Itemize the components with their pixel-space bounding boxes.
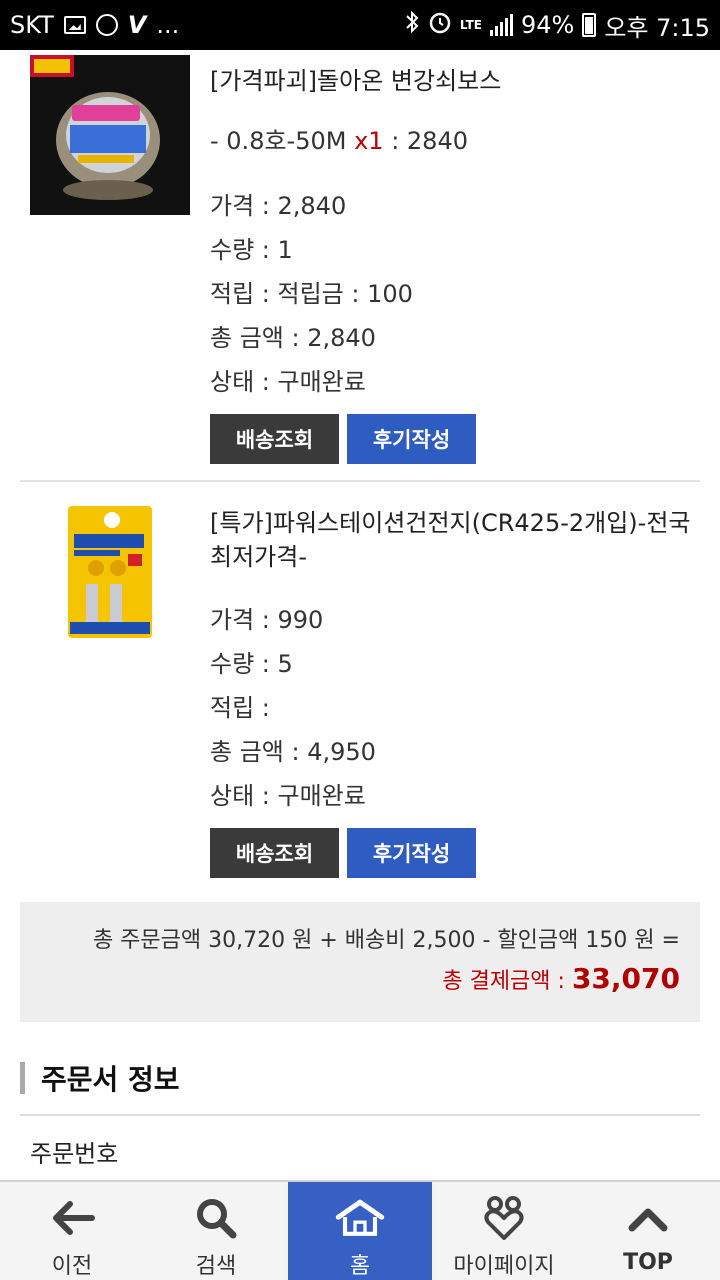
more-notifications: ... — [156, 11, 180, 39]
order-item: [특가]파워스테이션건전지(CR425-2개입)-전국최저가격- 가격 : 99… — [20, 482, 700, 900]
total-amount: 33,070 — [571, 962, 680, 995]
write-review-button[interactable]: 후기작성 — [347, 414, 476, 464]
bluetooth-icon — [404, 10, 420, 40]
nav-home-label: 홈 — [349, 1254, 371, 1279]
user-heart-icon — [479, 1194, 529, 1242]
item-points: 적립 : 적립금 : 100 — [210, 280, 413, 308]
item-price: 가격 : 2,840 — [210, 192, 347, 220]
chevron-up-icon — [623, 1194, 673, 1244]
item-total: 총 금액 : 4,950 — [210, 738, 376, 766]
track-delivery-button[interactable]: 배송조회 — [210, 828, 339, 878]
total-label: 총 결제금액 : — [442, 969, 572, 994]
nav-top-label: TOP — [623, 1250, 673, 1275]
nav-search-label: 검색 — [195, 1254, 237, 1279]
item-price: 가격 : 990 — [210, 606, 324, 634]
bottom-nav: 이전 검색 홈 마이페이지 TOP — [0, 1180, 720, 1280]
item-total: 총 금액 : 2,840 — [210, 324, 376, 352]
home-icon — [335, 1194, 385, 1242]
lte-indicator: LTE — [459, 18, 482, 32]
nav-back[interactable]: 이전 — [0, 1182, 144, 1280]
nav-back-label: 이전 — [51, 1254, 93, 1279]
carrier-label: SKT — [10, 11, 54, 39]
item-points: 적립 : — [210, 694, 270, 722]
arrow-left-icon — [47, 1194, 97, 1242]
product-title[interactable]: [특가]파워스테이션건전지(CR425-2개입)-전국최저가격- — [210, 506, 700, 574]
product-option: - 0.8호-50M x1 : 2840 — [210, 124, 700, 158]
section-header: 주문서 정보 — [20, 1060, 180, 1096]
product-image[interactable] — [30, 55, 190, 215]
track-delivery-button[interactable]: 배송조회 — [210, 414, 339, 464]
option-text: - 0.8호-50M — [210, 127, 355, 155]
nav-mypage[interactable]: 마이페이지 — [432, 1182, 576, 1280]
search-icon — [191, 1194, 241, 1242]
item-status: 상태 : 구매완료 — [210, 368, 366, 396]
item-info: [가격파괴]돌아온 변강쇠보스 - 0.8호-50M x1 : 2840 가격 … — [210, 64, 700, 464]
alarm-icon — [428, 10, 452, 40]
section-divider — [20, 1114, 700, 1116]
section-bar — [20, 1062, 25, 1094]
battery-percent: 94% — [520, 11, 575, 39]
nav-mypage-label: 마이페이지 — [453, 1254, 555, 1279]
nav-search[interactable]: 검색 — [144, 1182, 288, 1280]
gallery-icon — [63, 16, 86, 34]
summary-breakdown: 총 주문금액 30,720 원 + 배송비 2,500 - 할인금액 150 원… — [92, 928, 680, 953]
clock: 오후 7:15 — [604, 13, 710, 42]
product-title[interactable]: [가격파괴]돌아온 변강쇠보스 — [210, 64, 700, 98]
item-status: 상태 : 구매완료 — [210, 782, 366, 810]
vpn-icon: V — [127, 11, 147, 39]
summary-total: 총 결제금액 : 33,070 — [20, 958, 680, 1003]
item-quantity: 수량 : 1 — [210, 236, 293, 264]
data-saver-icon — [95, 14, 118, 36]
order-item: [가격파괴]돌아온 변강쇠보스 - 0.8호-50M x1 : 2840 가격 … — [20, 50, 700, 482]
item-info: [특가]파워스테이션건전지(CR425-2개입)-전국최저가격- 가격 : 99… — [210, 506, 700, 878]
item-quantity: 수량 : 5 — [210, 650, 293, 678]
option-price: : 2840 — [383, 127, 468, 155]
nav-top[interactable]: TOP — [576, 1182, 720, 1280]
order-number-label: 주문번호 — [30, 1140, 119, 1168]
battery-icon — [582, 13, 597, 37]
option-quantity: x1 — [354, 127, 384, 155]
signal-icon — [489, 14, 513, 36]
order-summary: 총 주문금액 30,720 원 + 배송비 2,500 - 할인금액 150 원… — [20, 902, 700, 1022]
status-bar: SKT V ... LTE 94% 오후 7:15 — [0, 0, 720, 50]
section-title: 주문서 정보 — [41, 1063, 180, 1096]
write-review-button[interactable]: 후기작성 — [347, 828, 476, 878]
product-image[interactable] — [30, 504, 190, 664]
nav-home[interactable]: 홈 — [288, 1182, 432, 1280]
